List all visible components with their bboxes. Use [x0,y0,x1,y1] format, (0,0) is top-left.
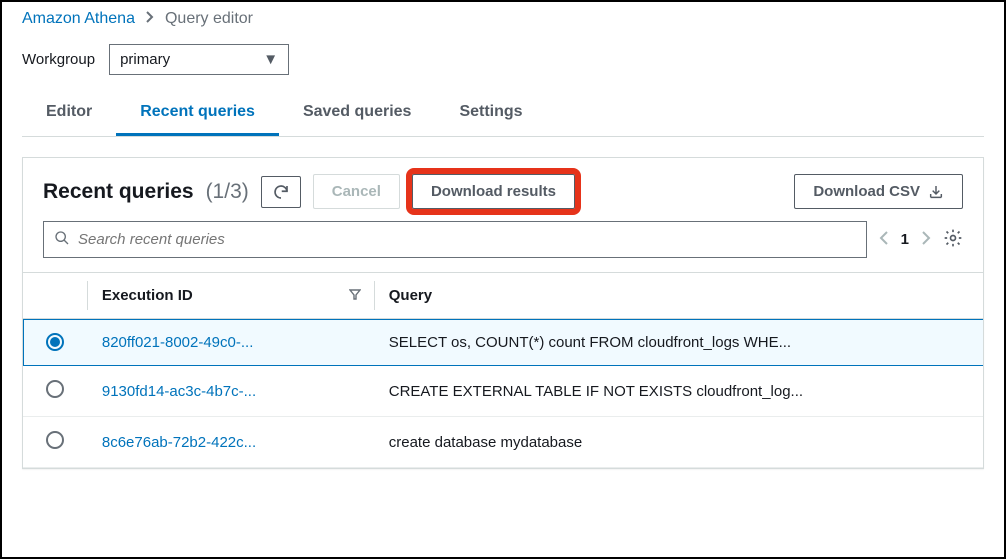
tab-saved-queries[interactable]: Saved queries [279,91,436,136]
filter-icon[interactable] [349,287,361,304]
tab-settings[interactable]: Settings [435,91,546,136]
breadcrumb-root-link[interactable]: Amazon Athena [22,10,135,28]
column-query-label: Query [389,287,432,304]
panel-title: Recent queries [43,180,194,204]
search-input[interactable] [78,231,856,248]
refresh-button[interactable] [261,176,301,208]
column-query[interactable]: Query [375,273,983,319]
recent-queries-table: Execution ID Query Start time [23,272,983,468]
download-csv-label: Download CSV [813,183,920,200]
search-input-wrapper[interactable] [43,221,867,258]
tabs: Editor Recent queries Saved queries Sett… [22,91,984,137]
next-page-button[interactable] [921,231,931,249]
tab-recent-queries[interactable]: Recent queries [116,91,279,136]
column-select [23,273,88,319]
breadcrumb: Amazon Athena Query editor [22,10,984,28]
query-cell: CREATE EXTERNAL TABLE IF NOT EXISTS clou… [375,366,983,417]
query-cell: create database mydatabase [375,417,983,468]
execution-id-link[interactable]: 9130fd14-ac3c-4b7c-... [102,383,256,400]
search-icon [54,230,70,249]
chevron-right-icon [145,10,155,28]
breadcrumb-current: Query editor [165,10,253,28]
table-scroll-container[interactable]: Execution ID Query Start time [23,272,983,468]
execution-id-link[interactable]: 820ff021-8002-49c0-... [102,334,254,351]
caret-down-icon: ▼ [263,51,278,68]
tab-editor[interactable]: Editor [22,91,116,136]
table-row[interactable]: 820ff021-8002-49c0-... SELECT os, COUNT(… [23,319,983,366]
download-results-button[interactable]: Download results [412,174,575,209]
refresh-icon [272,183,290,201]
page-number: 1 [901,231,909,248]
cancel-button: Cancel [313,174,400,209]
workgroup-selected-value: primary [120,51,170,68]
workgroup-select[interactable]: primary ▼ [109,44,289,75]
download-csv-button[interactable]: Download CSV [794,174,963,209]
table-row[interactable]: 9130fd14-ac3c-4b7c-... CREATE EXTERNAL T… [23,366,983,417]
prev-page-button[interactable] [879,231,889,249]
execution-id-link[interactable]: 8c6e76ab-72b2-422c... [102,434,256,451]
pagination: 1 [879,231,931,249]
recent-queries-panel: Recent queries (1/3) Cancel Download res… [22,157,984,469]
workgroup-label: Workgroup [22,51,95,68]
row-radio[interactable] [46,380,64,398]
table-row[interactable]: 8c6e76ab-72b2-422c... create database my… [23,417,983,468]
column-execution-id-label: Execution ID [102,287,193,304]
column-execution-id[interactable]: Execution ID [88,273,375,319]
gear-icon [943,228,963,248]
panel-count: (1/3) [206,180,249,204]
row-radio[interactable] [46,431,64,449]
query-cell: SELECT os, COUNT(*) count FROM cloudfron… [375,319,983,366]
settings-gear-button[interactable] [943,228,963,251]
row-radio[interactable] [46,333,64,351]
download-icon [928,184,944,200]
